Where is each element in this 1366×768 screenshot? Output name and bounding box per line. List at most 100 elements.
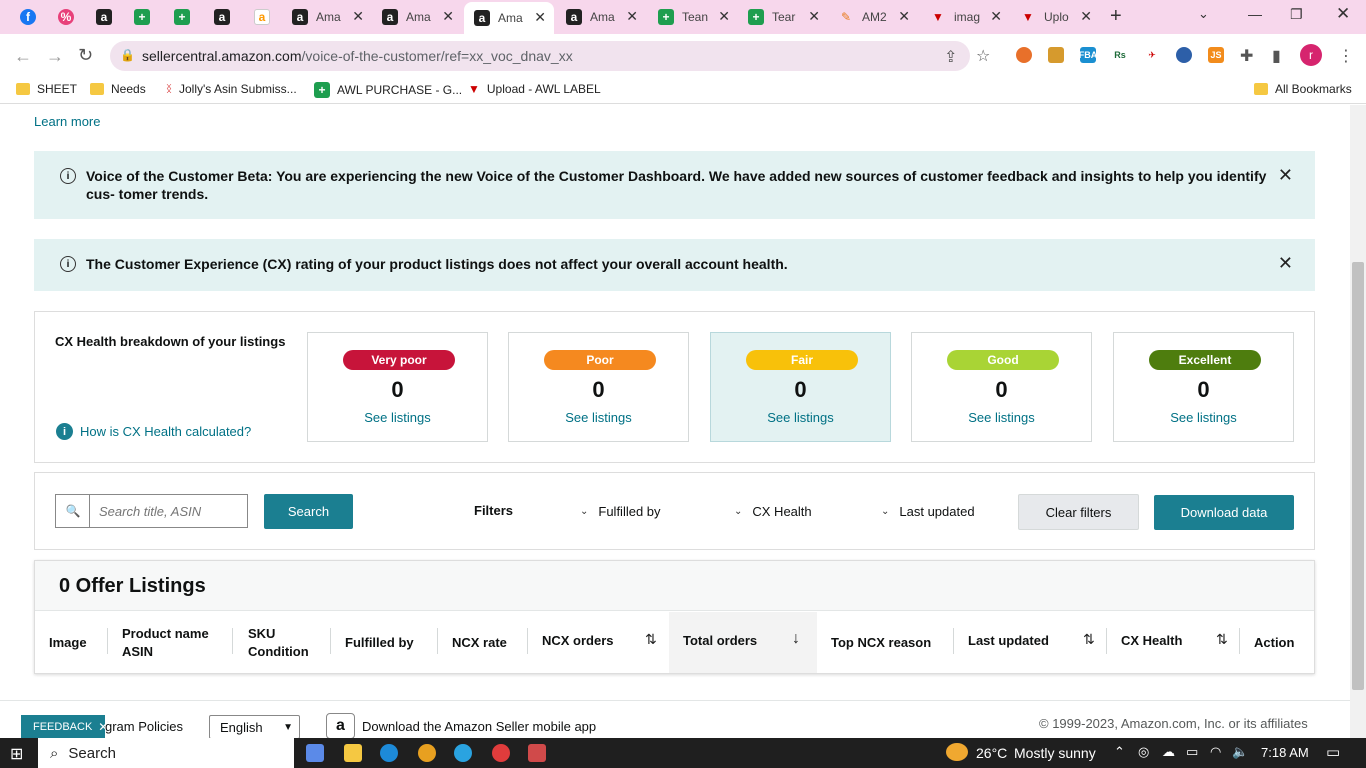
cloud-icon[interactable]: ☁: [1162, 744, 1175, 760]
sort-icon[interactable]: ⇅: [1083, 631, 1095, 648]
bookmark-sheet[interactable]: SHEET: [16, 82, 77, 96]
bookmark-needs[interactable]: Needs: [90, 82, 146, 96]
file-explorer-icon[interactable]: [344, 744, 362, 762]
bookmark-star-icon[interactable]: ☆: [976, 46, 990, 66]
extension-honey-icon[interactable]: [1048, 47, 1064, 63]
tab-am2[interactable]: ✎ AM2 ✕: [828, 4, 918, 30]
see-listings-link[interactable]: See listings: [912, 410, 1091, 425]
tab-amazon-active[interactable]: a Ama ✕: [464, 2, 554, 34]
close-tab-icon[interactable]: ✕: [534, 9, 546, 26]
windows-start-icon[interactable]: ⊞: [10, 744, 23, 764]
extension-plane-icon[interactable]: ✈: [1144, 47, 1160, 63]
close-tab-icon[interactable]: ✕: [352, 8, 364, 25]
side-panel-icon[interactable]: ▮: [1272, 46, 1281, 66]
card-excellent[interactable]: Excellent 0 See listings: [1113, 332, 1294, 442]
search-button[interactable]: Search: [264, 494, 353, 529]
network-icon[interactable]: ◎: [1138, 744, 1149, 760]
share-icon[interactable]: ⇪: [944, 47, 957, 67]
battery-icon[interactable]: ▭: [1186, 744, 1198, 760]
restore-icon[interactable]: ❐: [1290, 6, 1303, 23]
close-icon[interactable]: ✕: [1278, 253, 1293, 274]
close-icon[interactable]: ✕: [1278, 165, 1293, 186]
profile-avatar[interactable]: r: [1300, 44, 1322, 66]
tab-amazon-3[interactable]: a Ama ✕: [282, 4, 372, 30]
extension-circle-icon[interactable]: [1176, 47, 1192, 63]
bookmark-awl-purchase[interactable]: + AWL PURCHASE - G...: [314, 82, 462, 98]
extension-js-icon[interactable]: JS: [1208, 47, 1224, 63]
close-tab-icon[interactable]: ✕: [808, 8, 820, 25]
language-select[interactable]: English ▼: [209, 715, 300, 739]
new-tab-button[interactable]: +: [1110, 5, 1122, 28]
edge-icon[interactable]: [380, 744, 398, 762]
chrome-profile-icon[interactable]: [492, 744, 510, 762]
weather-temp[interactable]: 26°C: [976, 745, 1007, 761]
sort-descending-icon[interactable]: ↓: [792, 630, 800, 648]
mobile-app-link[interactable]: Download the Amazon Seller mobile app: [362, 719, 596, 734]
bookmark-all[interactable]: All Bookmarks: [1254, 82, 1352, 96]
tab-sheets-2[interactable]: +: [164, 4, 200, 30]
tab-sheets-1[interactable]: +: [124, 4, 160, 30]
fulfilled-by-dropdown[interactable]: ⌄ Fulfilled by: [580, 504, 661, 519]
notifications-icon[interactable]: ▭: [1326, 743, 1340, 761]
card-good[interactable]: Good 0 See listings: [911, 332, 1092, 442]
app-icon[interactable]: [528, 744, 546, 762]
sort-icon[interactable]: ⇅: [1216, 631, 1228, 648]
forward-arrow-icon[interactable]: →: [46, 46, 64, 67]
close-tab-icon[interactable]: ✕: [898, 8, 910, 25]
close-tab-icon[interactable]: ✕: [626, 8, 638, 25]
extension-firefox-icon[interactable]: [1016, 47, 1032, 63]
tab-amazon-2[interactable]: a: [204, 4, 240, 30]
close-tab-icon[interactable]: ✕: [718, 8, 730, 25]
telegram-icon[interactable]: [454, 744, 472, 762]
tab-image[interactable]: ▼ imag ✕: [920, 4, 1010, 30]
tab-upload[interactable]: ▼ Uplo ✕: [1010, 4, 1100, 30]
col-cx-health[interactable]: CX Health: [1121, 632, 1182, 650]
col-ncx-orders[interactable]: NCX orders: [542, 632, 614, 650]
card-poor[interactable]: Poor 0 See listings: [508, 332, 689, 442]
search-icon[interactable]: 🔍: [55, 494, 90, 528]
reload-icon[interactable]: ↻: [78, 45, 93, 66]
scrollbar-thumb[interactable]: [1352, 262, 1364, 690]
minimize-icon[interactable]: —: [1248, 6, 1262, 22]
chevron-up-icon[interactable]: ⌃: [1114, 744, 1125, 760]
tab-amazon-4[interactable]: a Ama ✕: [372, 4, 462, 30]
chrome-icon[interactable]: [418, 744, 436, 762]
close-tab-icon[interactable]: ✕: [990, 8, 1002, 25]
download-data-button[interactable]: Download data: [1154, 495, 1294, 530]
bookmark-jolly[interactable]: ᛝ Jolly's Asin Submiss...: [166, 82, 297, 96]
see-listings-link[interactable]: See listings: [711, 410, 890, 425]
see-listings-link[interactable]: See listings: [1114, 410, 1293, 425]
tab-facebook[interactable]: f: [10, 4, 46, 30]
weather-desc[interactable]: Mostly sunny: [1014, 745, 1096, 761]
menu-kebab-icon[interactable]: ⋮: [1338, 46, 1354, 66]
tab-amazon-5[interactable]: a Ama ✕: [556, 4, 646, 30]
tab-amazon-1[interactable]: a: [86, 4, 122, 30]
weather-icon[interactable]: [946, 743, 968, 761]
lock-icon[interactable]: 🔒: [120, 48, 135, 62]
close-tab-icon[interactable]: ✕: [1080, 8, 1092, 25]
see-listings-link[interactable]: See listings: [308, 410, 487, 425]
sort-icon[interactable]: ⇅: [645, 631, 657, 648]
tab-sheets-3[interactable]: + Tean ✕: [648, 4, 738, 30]
bookmark-upload-awl[interactable]: ▼ Upload - AWL LABEL: [468, 82, 601, 96]
clear-filters-button[interactable]: Clear filters: [1018, 494, 1139, 530]
extensions-puzzle-icon[interactable]: ✚: [1240, 46, 1253, 66]
close-tab-icon[interactable]: ✕: [442, 8, 454, 25]
tab-percent[interactable]: %: [48, 4, 84, 30]
col-total-orders[interactable]: Total orders: [683, 632, 757, 650]
task-view-icon[interactable]: [306, 744, 324, 762]
learn-more-link[interactable]: Learn more: [34, 114, 100, 129]
cx-health-dropdown[interactable]: ⌄ CX Health: [734, 504, 812, 519]
last-updated-dropdown[interactable]: ⌄ Last updated: [881, 504, 975, 519]
feedback-button[interactable]: FEEDBACK ✕: [21, 715, 108, 739]
program-policies-link[interactable]: gram Policies: [105, 719, 183, 734]
wifi-icon[interactable]: ◠: [1210, 744, 1221, 760]
volume-icon[interactable]: 🔈: [1232, 744, 1248, 760]
url-text[interactable]: sellercentral.amazon.com/voice-of-the-cu…: [142, 48, 573, 64]
close-window-icon[interactable]: ✕: [1336, 4, 1350, 24]
card-very-poor[interactable]: Very poor 0 See listings: [307, 332, 488, 442]
extension-fba-icon[interactable]: FBA: [1079, 47, 1097, 63]
tab-search-chevron-icon[interactable]: ⌄: [1198, 6, 1209, 22]
clock[interactable]: 7:18 AM: [1261, 745, 1309, 760]
col-last-updated[interactable]: Last updated: [968, 632, 1049, 650]
